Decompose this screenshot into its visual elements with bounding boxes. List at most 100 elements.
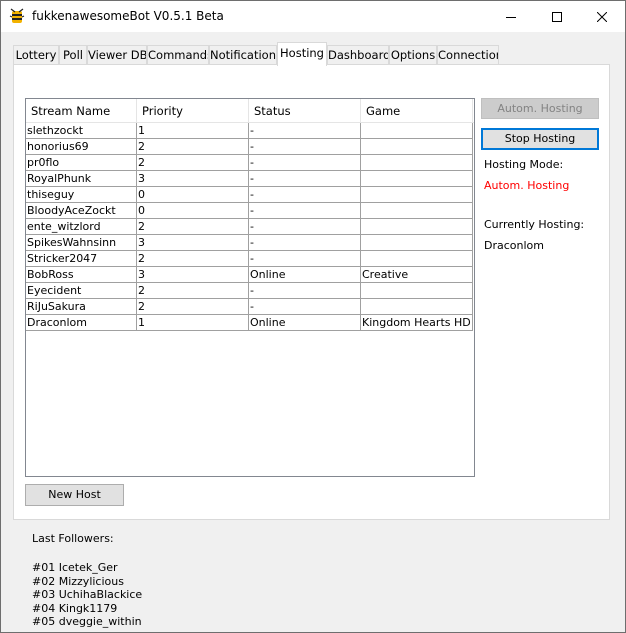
table-row[interactable]: RiJuSakura 2- bbox=[26, 299, 474, 315]
cell-priority: 2 bbox=[137, 139, 249, 155]
followers-section: Last Followers: #01 Icetek_Ger #02 Mizzy… bbox=[32, 532, 142, 629]
follower-item: #05 dveggie_within bbox=[32, 615, 142, 628]
hosting-list[interactable]: Stream Name Priority Status Game slethzo… bbox=[25, 98, 475, 477]
cell-status: - bbox=[249, 123, 361, 139]
cell-game bbox=[361, 155, 473, 171]
cell-stream-name: BloodyAceZockt bbox=[26, 203, 137, 219]
cell-stream-name: Eyecident bbox=[26, 283, 137, 299]
follower-item: #03 UchihaBlackice bbox=[32, 588, 143, 601]
cell-game bbox=[361, 187, 473, 203]
cell-priority: 3 bbox=[137, 235, 249, 251]
table-row[interactable]: slethzockt 1- bbox=[26, 123, 474, 139]
cell-stream-name: thiseguy bbox=[26, 187, 137, 203]
followers-title: Last Followers: bbox=[32, 532, 114, 545]
cell-stream-name: honorius69 bbox=[26, 139, 137, 155]
tab-hosting[interactable]: Hosting bbox=[277, 42, 327, 66]
tab-poll[interactable]: Poll bbox=[59, 45, 87, 65]
stop-hosting-button[interactable]: Stop Hosting bbox=[481, 128, 599, 150]
cell-status: - bbox=[249, 235, 361, 251]
minimize-button[interactable] bbox=[488, 1, 534, 32]
table-row[interactable]: thiseguy 0- bbox=[26, 187, 474, 203]
table-row[interactable]: Stricker2047 2- bbox=[26, 251, 474, 267]
follower-item: #02 Mizzylicious bbox=[32, 574, 124, 588]
close-icon bbox=[597, 11, 607, 22]
column-stream-name[interactable]: Stream Name bbox=[26, 99, 137, 123]
cell-stream-name: Draconlom bbox=[26, 315, 137, 331]
tab-commands[interactable]: Commands bbox=[147, 45, 209, 65]
close-button[interactable] bbox=[579, 1, 625, 32]
cell-game bbox=[361, 171, 473, 187]
cell-game bbox=[361, 123, 473, 139]
cell-status: - bbox=[249, 155, 361, 171]
cell-game bbox=[361, 251, 473, 267]
column-game[interactable]: Game bbox=[361, 99, 473, 123]
table-row[interactable]: ente_witzlord 2- bbox=[26, 219, 474, 235]
currently-hosting-label: Currently Hosting: bbox=[484, 218, 585, 231]
table-row[interactable]: SpikesWahnsinn 3- bbox=[26, 235, 474, 251]
hosting-mode-label: Hosting Mode: bbox=[484, 158, 564, 171]
cell-priority: 2 bbox=[137, 251, 249, 267]
cell-stream-name: ente_witzlord bbox=[26, 219, 137, 235]
cell-priority: 3 bbox=[137, 267, 249, 283]
cell-priority: 3 bbox=[137, 171, 249, 187]
cell-stream-name: pr0flo bbox=[26, 155, 137, 171]
column-priority[interactable]: Priority bbox=[137, 99, 249, 123]
maximize-icon bbox=[552, 11, 562, 22]
cell-status: - bbox=[249, 251, 361, 267]
column-status[interactable]: Status bbox=[249, 99, 361, 123]
new-host-button[interactable]: New Host bbox=[25, 484, 124, 506]
cell-status: - bbox=[249, 219, 361, 235]
maximize-button[interactable] bbox=[534, 1, 580, 32]
tab-options[interactable]: Options bbox=[389, 45, 437, 65]
table-row[interactable]: BobRoss 3 Online Creative bbox=[26, 267, 474, 283]
cell-game bbox=[361, 283, 473, 299]
cell-game: Kingdom Hearts HD ... bbox=[361, 315, 473, 331]
bee-icon bbox=[9, 8, 25, 24]
cell-priority: 2 bbox=[137, 299, 249, 315]
tab-lottery[interactable]: Lottery bbox=[13, 45, 59, 65]
autom-hosting-button[interactable]: Autom. Hosting bbox=[481, 98, 599, 119]
cell-status: - bbox=[249, 171, 361, 187]
tab-dashboard[interactable]: Dashboard bbox=[327, 45, 389, 65]
cell-priority: 1 bbox=[137, 123, 249, 139]
table-row[interactable]: RoyalPhunk 3- bbox=[26, 171, 474, 187]
tab-connection[interactable]: Connection bbox=[437, 45, 499, 65]
cell-status: Online bbox=[249, 267, 361, 283]
cell-stream-name: RiJuSakura bbox=[26, 299, 137, 315]
tab-notifications[interactable]: Notifications bbox=[209, 45, 277, 65]
main-window: fukkenawesomeBot V0.5.1 Beta Lottery Pol… bbox=[0, 0, 626, 633]
hosting-mode-value: Autom. Hosting bbox=[484, 179, 570, 192]
table-row[interactable]: Draconlom 1 Online Kingdom Hearts HD ... bbox=[26, 315, 474, 331]
minimize-icon bbox=[506, 16, 516, 18]
cell-game bbox=[361, 219, 473, 235]
table-row[interactable]: BloodyAceZockt 0- bbox=[26, 203, 474, 219]
cell-status: - bbox=[249, 203, 361, 219]
cell-game bbox=[361, 235, 473, 251]
window-title: fukkenawesomeBot V0.5.1 Beta bbox=[32, 9, 224, 23]
cell-priority: 0 bbox=[137, 187, 249, 203]
cell-status: - bbox=[249, 283, 361, 299]
cell-stream-name: Stricker2047 bbox=[26, 251, 137, 267]
cell-game bbox=[361, 203, 473, 219]
cell-stream-name: SpikesWahnsinn bbox=[26, 235, 137, 251]
tab-viewer-db[interactable]: Viewer DB bbox=[87, 45, 147, 65]
cell-stream-name: BobRoss bbox=[26, 267, 137, 283]
cell-status: - bbox=[249, 187, 361, 203]
follower-item: #04 Kingk1179 bbox=[32, 601, 118, 615]
cell-game: Creative bbox=[361, 267, 473, 283]
title-bar[interactable]: fukkenawesomeBot V0.5.1 Beta bbox=[1, 1, 625, 32]
cell-stream-name: RoyalPhunk bbox=[26, 171, 137, 187]
cell-priority: 2 bbox=[137, 283, 249, 299]
cell-status: Online bbox=[249, 315, 361, 331]
table-row[interactable]: pr0flo 2- bbox=[26, 155, 474, 171]
cell-status: - bbox=[249, 139, 361, 155]
table-row[interactable]: honorius69 2- bbox=[26, 139, 474, 155]
cell-priority: 2 bbox=[137, 219, 249, 235]
hosting-panel: Stream Name Priority Status Game slethzo… bbox=[13, 64, 610, 520]
cell-game bbox=[361, 299, 473, 315]
cell-stream-name: slethzockt bbox=[26, 123, 137, 139]
list-header: Stream Name Priority Status Game bbox=[26, 99, 474, 123]
cell-status: - bbox=[249, 299, 361, 315]
cell-priority: 1 bbox=[137, 315, 249, 331]
table-row[interactable]: Eyecident 2- bbox=[26, 283, 474, 299]
